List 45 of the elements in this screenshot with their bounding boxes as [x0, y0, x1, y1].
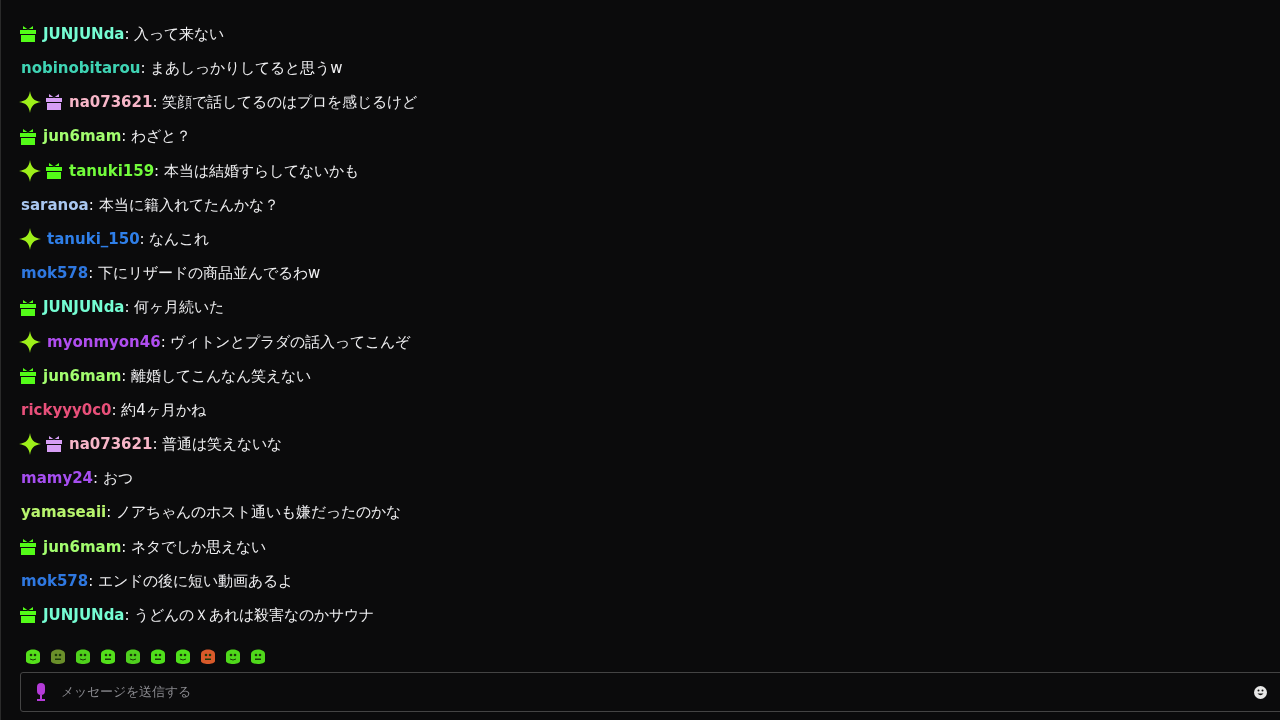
emoji-icon[interactable]: [1254, 685, 1267, 699]
message-text: : うどんのＸあれは殺害なのかサウナ: [124, 605, 375, 627]
message-text: : ノアちゃんのホスト通いも嫌だったのかな: [106, 502, 401, 524]
username[interactable]: myonmyon46: [47, 330, 161, 354]
message-text: : エンドの後に短い動画あるよ: [88, 570, 294, 592]
username[interactable]: JUNJUNda: [43, 296, 125, 319]
message-text: : なんこれ: [139, 228, 210, 250]
username[interactable]: JUNJUNda: [43, 604, 125, 627]
username[interactable]: mamy24: [21, 467, 94, 490]
message-text: : 離婚してこんなん笑えない: [121, 365, 312, 387]
username[interactable]: na073621: [69, 433, 153, 456]
microphone-icon[interactable]: [35, 683, 47, 701]
message-input[interactable]: メッセージを送信する: [61, 682, 1240, 702]
message-text: : 何ヶ月続いた: [124, 297, 225, 319]
message-text: : ヴィトンとプラダの話入ってこんぞ: [160, 331, 411, 353]
message-text: : 笑顔で話してるのはプロを感じるけど: [152, 92, 418, 114]
message-text: : 普通は笑えないな: [152, 434, 283, 456]
username[interactable]: tanuki159: [69, 159, 155, 183]
message-text: : おつ: [93, 468, 133, 490]
username[interactable]: saranoa: [21, 193, 89, 217]
message-text: : ネタでしか思えない: [121, 536, 267, 558]
message-text: : 入って来ない: [124, 23, 225, 45]
username[interactable]: mok578: [21, 262, 89, 285]
message-field[interactable]: メッセージを送信する: [20, 672, 1280, 712]
sparkle-icon: [19, 91, 41, 114]
username[interactable]: mok578: [21, 569, 89, 593]
username[interactable]: yamaseaii: [21, 501, 107, 524]
username[interactable]: nobinobitarou: [21, 57, 141, 80]
username[interactable]: jun6mam: [43, 364, 122, 388]
sparkle-icon: [19, 433, 41, 456]
username[interactable]: JUNJUNda: [43, 22, 125, 46]
message-text: : わざと？: [121, 126, 192, 148]
message-text: : 本当は結婚すらしてないかも: [154, 160, 359, 182]
username[interactable]: jun6mam: [43, 125, 122, 148]
sparkle-icon: [19, 159, 41, 182]
username[interactable]: jun6mam: [43, 535, 122, 559]
sparkle-icon: [19, 228, 41, 251]
message-text: : 本当に籍入れてたんかな？: [88, 194, 279, 216]
message-text: : 下にリザードの商品並んでるわw: [88, 263, 321, 285]
message-text: : 約4ヶ月かね: [111, 399, 206, 421]
username[interactable]: rickyyy0c0: [21, 398, 112, 422]
message-text: : まあしっかりしてると思うw: [140, 58, 343, 80]
username[interactable]: na073621: [69, 91, 153, 114]
sparkle-icon: [19, 330, 41, 353]
username[interactable]: tanuki_150: [47, 227, 140, 251]
